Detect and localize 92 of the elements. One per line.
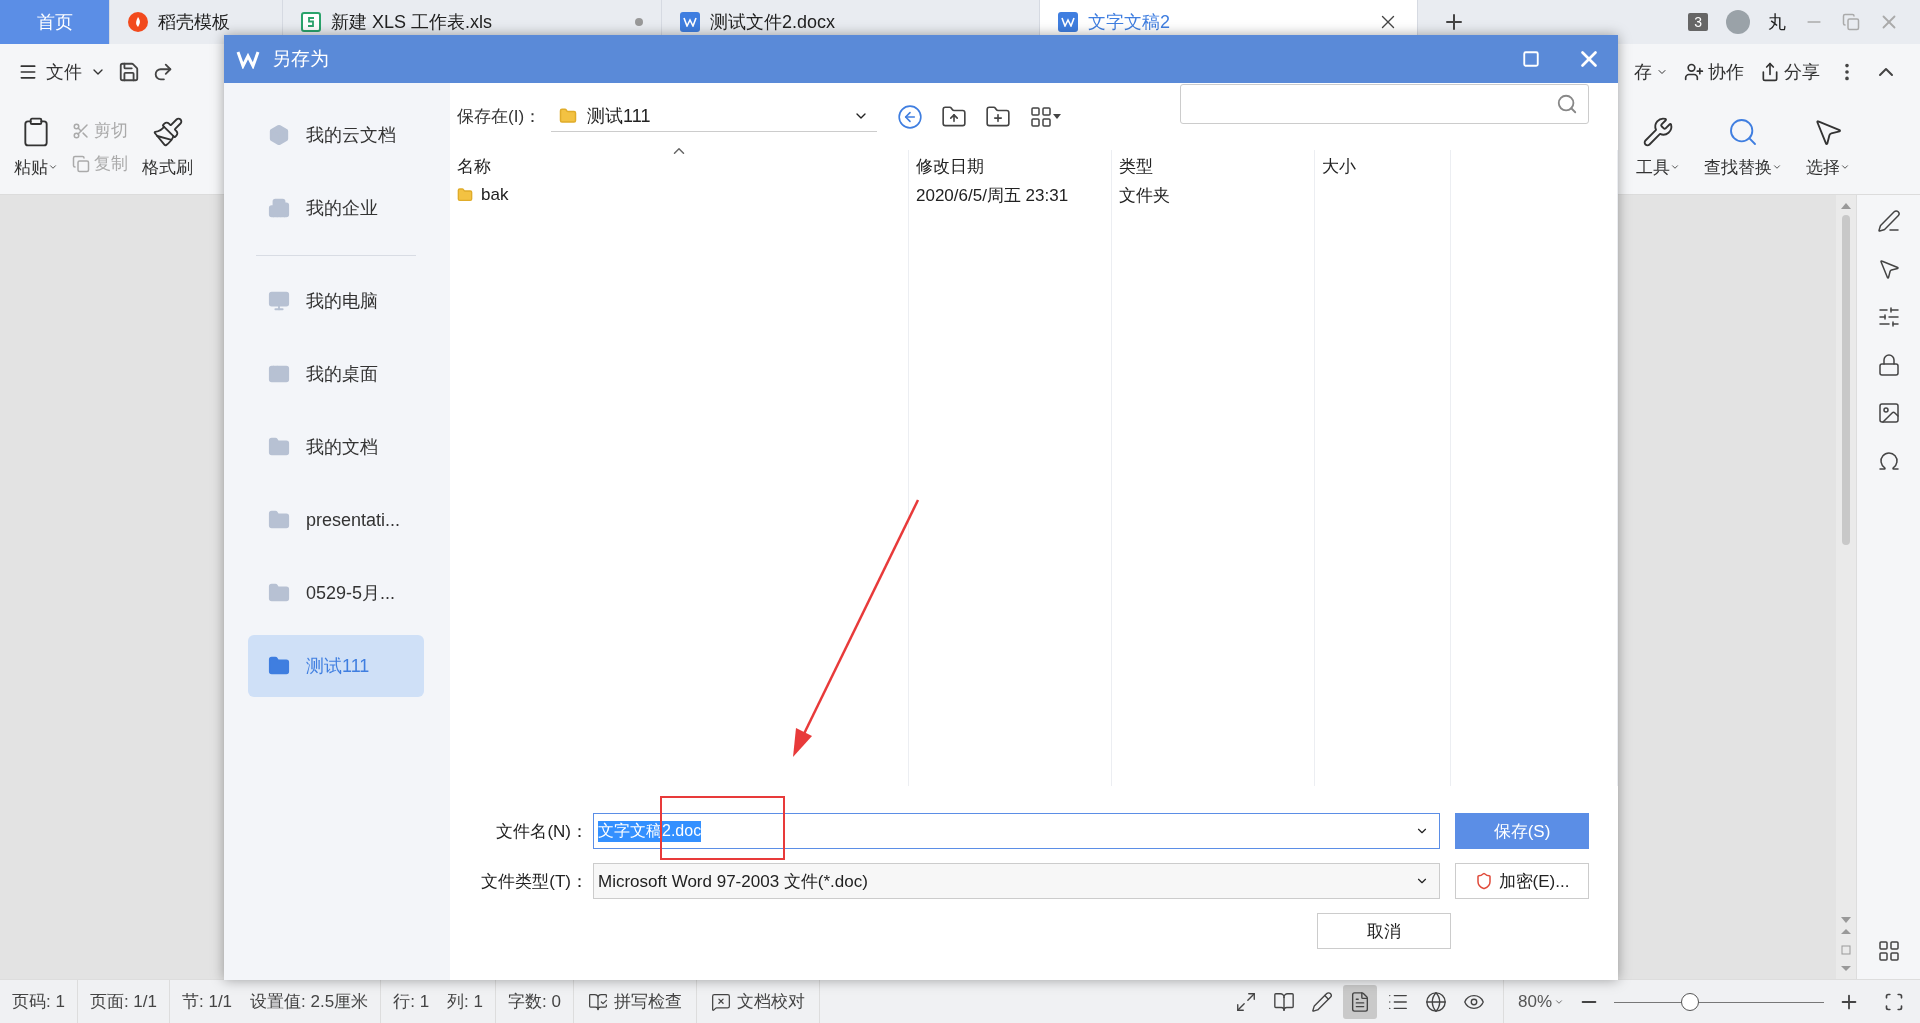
folder-icon bbox=[268, 582, 290, 604]
back-icon[interactable] bbox=[897, 103, 924, 130]
sheet-icon bbox=[301, 12, 321, 32]
globe-icon bbox=[1424, 990, 1447, 1013]
column-header[interactable]: 类型 bbox=[1112, 150, 1315, 182]
scrollbar-thumb[interactable] bbox=[1842, 215, 1850, 545]
ribbon-button[interactable]: 格式刷 bbox=[142, 115, 193, 179]
lock-icon[interactable] bbox=[1876, 353, 1901, 377]
place-item[interactable]: 我的文档 bbox=[248, 416, 424, 478]
view-mode-icon[interactable] bbox=[1029, 104, 1062, 129]
caret-icon bbox=[1772, 162, 1782, 172]
slider-thumb[interactable] bbox=[1680, 992, 1699, 1011]
dialog-title: 另存为 bbox=[272, 47, 329, 71]
filetype-dropdown[interactable]: Microsoft Word 97-2003 文件(*.doc) bbox=[593, 863, 1440, 899]
place-item[interactable]: 我的企业 bbox=[248, 177, 424, 239]
wrench-icon bbox=[1642, 115, 1674, 148]
desktop-icon bbox=[268, 363, 290, 385]
date-cell: 2020/6/5/周五 23:31 bbox=[909, 182, 1112, 208]
image-icon[interactable] bbox=[1876, 401, 1901, 425]
status-text: 节: 1/1 bbox=[182, 991, 233, 1013]
book-icon bbox=[1272, 990, 1295, 1013]
brush-icon bbox=[151, 115, 184, 148]
folder-icon bbox=[268, 509, 290, 531]
file-name-cell[interactable]: bak bbox=[450, 182, 909, 208]
status-text: 页码: 1 bbox=[12, 991, 65, 1013]
column-header[interactable]: 修改日期 bbox=[909, 150, 1112, 182]
status-text: 字数: 0 bbox=[508, 991, 561, 1013]
user-name[interactable]: 丸 bbox=[1768, 10, 1786, 34]
caret-icon bbox=[1840, 162, 1850, 172]
redo-icon[interactable] bbox=[152, 61, 174, 83]
folder-icon bbox=[457, 187, 473, 203]
omega-icon[interactable] bbox=[1876, 449, 1901, 473]
status-text: 设置值: 2.5厘米 bbox=[250, 991, 369, 1013]
ribbon-button[interactable]: 选择 bbox=[1806, 115, 1850, 179]
book-check-icon bbox=[587, 991, 608, 1012]
monitor-icon bbox=[268, 290, 290, 312]
window-count[interactable]: 3 bbox=[1688, 13, 1708, 31]
status-text: 页面: 1/1 bbox=[89, 991, 157, 1013]
zoom-level[interactable]: 80% bbox=[1517, 991, 1564, 1012]
location-label: 保存在(I)： bbox=[457, 106, 542, 128]
toolbar-button[interactable]: 存 bbox=[1634, 60, 1668, 84]
filetype-label: 文件类型(T)： bbox=[480, 870, 588, 893]
folder-icon bbox=[559, 107, 578, 125]
ribbon-button[interactable]: 粘贴 bbox=[14, 115, 58, 179]
menu-icon bbox=[18, 62, 38, 82]
zoom-slider[interactable] bbox=[1614, 991, 1824, 1012]
search-icon bbox=[1556, 92, 1578, 115]
filename-label: 文件名(N)： bbox=[495, 820, 588, 843]
status-text: 行: 1 bbox=[393, 991, 430, 1013]
status-text: 列: 1 bbox=[447, 991, 483, 1013]
folder-icon bbox=[268, 436, 290, 458]
encrypt-button[interactable]: 加密(E)... bbox=[1455, 863, 1589, 899]
comment-x-icon bbox=[710, 991, 731, 1012]
save-icon[interactable] bbox=[118, 61, 140, 83]
caret-icon bbox=[48, 162, 58, 172]
folder-icon bbox=[268, 655, 290, 677]
toolbar-button[interactable]: 协作 bbox=[1684, 60, 1744, 84]
cancel-button[interactable]: 取消 bbox=[1317, 913, 1451, 949]
column-header[interactable]: 大小 bbox=[1315, 150, 1451, 182]
toolbar-button[interactable]: 分享 bbox=[1760, 60, 1820, 84]
app-logo-icon bbox=[236, 49, 260, 69]
writer-icon bbox=[1058, 12, 1078, 32]
file-menu[interactable]: 文件 bbox=[18, 60, 106, 84]
add-user-icon bbox=[1684, 62, 1704, 82]
sliders-icon[interactable] bbox=[1876, 305, 1901, 329]
maximize-icon[interactable] bbox=[1522, 50, 1540, 68]
column-header[interactable]: 名称 bbox=[450, 150, 909, 182]
type-cell: 文件夹 bbox=[1112, 182, 1315, 208]
copy-icon bbox=[72, 154, 90, 173]
search-field[interactable] bbox=[1180, 83, 1589, 124]
ribbon-button[interactable]: 工具 bbox=[1636, 115, 1680, 179]
flame-icon bbox=[128, 12, 148, 32]
shield-icon bbox=[1474, 872, 1493, 890]
place-item[interactable]: 我的云文档 bbox=[248, 104, 424, 166]
location-dropdown[interactable]: 测试111 bbox=[551, 101, 878, 132]
grid-icon[interactable] bbox=[1876, 939, 1901, 963]
place-item[interactable]: presentati... bbox=[248, 489, 424, 551]
pen-icon[interactable] bbox=[1876, 209, 1901, 233]
cube-icon bbox=[268, 124, 290, 146]
place-item[interactable]: 我的桌面 bbox=[248, 343, 424, 405]
ribbon-button[interactable]: 查找替换 bbox=[1704, 115, 1782, 179]
share-icon bbox=[1760, 62, 1780, 82]
place-item[interactable]: 我的电脑 bbox=[248, 270, 424, 332]
caret-icon bbox=[1670, 162, 1680, 172]
place-item[interactable]: 0529-5月... bbox=[248, 562, 424, 624]
fit-icon[interactable] bbox=[1884, 991, 1904, 1012]
pencil-icon bbox=[1310, 990, 1333, 1013]
expand-icon bbox=[1234, 990, 1257, 1013]
building-icon bbox=[268, 197, 290, 219]
scissors-icon bbox=[72, 121, 90, 140]
writer-icon bbox=[680, 12, 700, 32]
view-mode-button[interactable] bbox=[1342, 984, 1377, 1019]
